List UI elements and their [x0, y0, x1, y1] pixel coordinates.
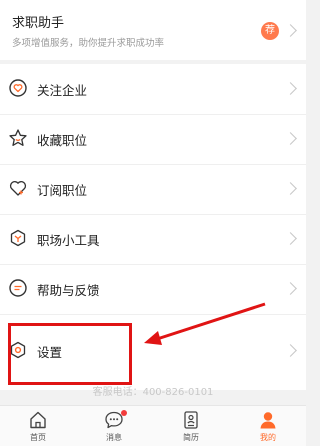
bottom-tab-bar: 首页 消息 简历 我的: [0, 405, 306, 446]
menu-item-label: 帮助与反馈: [37, 283, 100, 298]
menu-item-label: 订阅职位: [37, 183, 88, 198]
chevron-right-icon: [284, 82, 297, 95]
heart-circle-icon: [9, 79, 27, 97]
tab-label: 简历: [183, 433, 199, 442]
tab-label: 首页: [30, 433, 46, 442]
home-icon: [30, 411, 46, 429]
job-assistant-title: 求职助手: [12, 16, 65, 31]
tab-home[interactable]: 首页: [0, 406, 76, 446]
annotation-arrow-icon: [144, 302, 266, 345]
menu-item-label: 收藏职位: [37, 133, 88, 148]
menu-item-career-tools[interactable]: 职场小工具: [0, 214, 306, 265]
annotation-highlight-box: [8, 323, 132, 385]
heart-plus-icon: [9, 181, 27, 196]
chevron-right-icon: [284, 232, 297, 245]
recommend-badge: 荐: [261, 22, 279, 40]
star-icon: [9, 129, 27, 146]
chevron-right-icon: [284, 282, 297, 295]
tab-resume[interactable]: 简历: [153, 406, 229, 446]
menu-item-subscribe-jobs[interactable]: 订阅职位: [0, 164, 306, 215]
chevron-right-icon: [284, 24, 297, 37]
notification-dot: [121, 410, 127, 416]
job-assistant-card[interactable]: 求职助手 多项增值服务，助你提升求职成功率 荐: [0, 0, 306, 60]
menu-item-label: 职场小工具: [37, 233, 100, 248]
toolbox-icon: [10, 229, 26, 247]
tab-label: 消息: [106, 433, 122, 442]
chevron-right-icon: [284, 182, 297, 195]
tab-messages[interactable]: 消息: [76, 406, 152, 446]
menu-item-saved-jobs[interactable]: 收藏职位: [0, 114, 306, 165]
job-assistant-subtitle: 多项增值服务，助你提升求职成功率: [12, 38, 165, 49]
chevron-right-icon: [284, 344, 297, 357]
profile-icon: [260, 412, 276, 429]
chevron-right-icon: [284, 132, 297, 145]
menu-item-label: 关注企业: [37, 83, 88, 98]
menu-item-follow-company[interactable]: 关注企业: [0, 64, 306, 115]
customer-service-hotline[interactable]: 客服电话：400-826-0101: [0, 383, 306, 398]
tab-label: 我的: [260, 433, 276, 442]
tab-profile[interactable]: 我的: [230, 406, 306, 446]
help-chat-icon: [9, 279, 27, 297]
resume-icon: [184, 411, 198, 429]
